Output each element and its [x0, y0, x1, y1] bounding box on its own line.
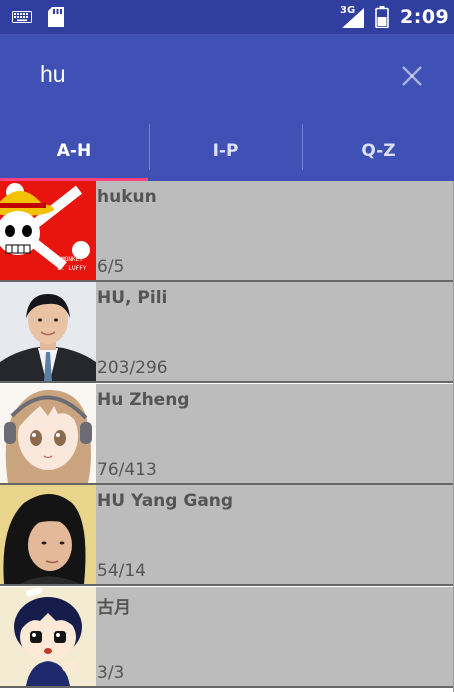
man-in-suit-photo-avatar	[0, 282, 96, 381]
contact-row[interactable]: HU, Pili 203/296	[0, 282, 453, 383]
contact-row[interactable]: MONKEY D. LUFFY hukun 6/5	[0, 181, 453, 282]
contact-name: HU, Pili	[97, 288, 168, 308]
signal-icon	[342, 8, 364, 28]
sd-card-icon	[48, 7, 64, 27]
tab-i-p[interactable]: I-P	[150, 124, 301, 178]
search-input[interactable]	[40, 54, 370, 94]
battery-icon	[375, 6, 389, 28]
clear-search-button[interactable]	[394, 58, 430, 94]
contact-row[interactable]: HU Yang Gang 54/14	[0, 485, 453, 586]
anime-girl-headphones-avatar	[0, 384, 96, 483]
contact-count: 54/14	[97, 561, 146, 581]
keyboard-icon	[12, 11, 32, 23]
contact-list[interactable]: MONKEY D. LUFFY hukun 6/5 HU, Pili 203/2	[0, 181, 454, 692]
tab-q-z[interactable]: Q-Z	[303, 124, 454, 178]
cartoon-boy-avatar	[0, 587, 96, 686]
close-icon	[402, 66, 422, 86]
contact-name: hukun	[97, 187, 157, 207]
one-piece-jolly-roger-avatar: MONKEY D. LUFFY	[0, 181, 96, 280]
contact-count: 6/5	[97, 257, 125, 277]
contact-name: HU Yang Gang	[97, 491, 234, 511]
contact-row[interactable]: Hu Zheng 76/413	[0, 384, 453, 485]
contact-name: Hu Zheng	[97, 390, 190, 410]
contact-row[interactable]: 古月 3/3	[0, 587, 453, 688]
person-dark-hair-photo-avatar	[0, 485, 96, 584]
tab-a-h[interactable]: A-H	[0, 124, 148, 178]
contact-name: 古月	[97, 598, 131, 618]
contact-count: 76/413	[97, 460, 157, 480]
svg-text:D. LUFFY: D. LUFFY	[58, 265, 87, 272]
search-toolbar	[0, 34, 454, 124]
tab-bar: A-H I-P Q-Z	[0, 124, 454, 181]
status-clock: 2:09	[400, 6, 450, 28]
svg-text:MONKEY: MONKEY	[61, 256, 83, 263]
contact-count: 3/3	[97, 663, 125, 683]
status-bar: 3G 2:09	[0, 0, 454, 34]
contact-count: 203/296	[97, 358, 168, 378]
